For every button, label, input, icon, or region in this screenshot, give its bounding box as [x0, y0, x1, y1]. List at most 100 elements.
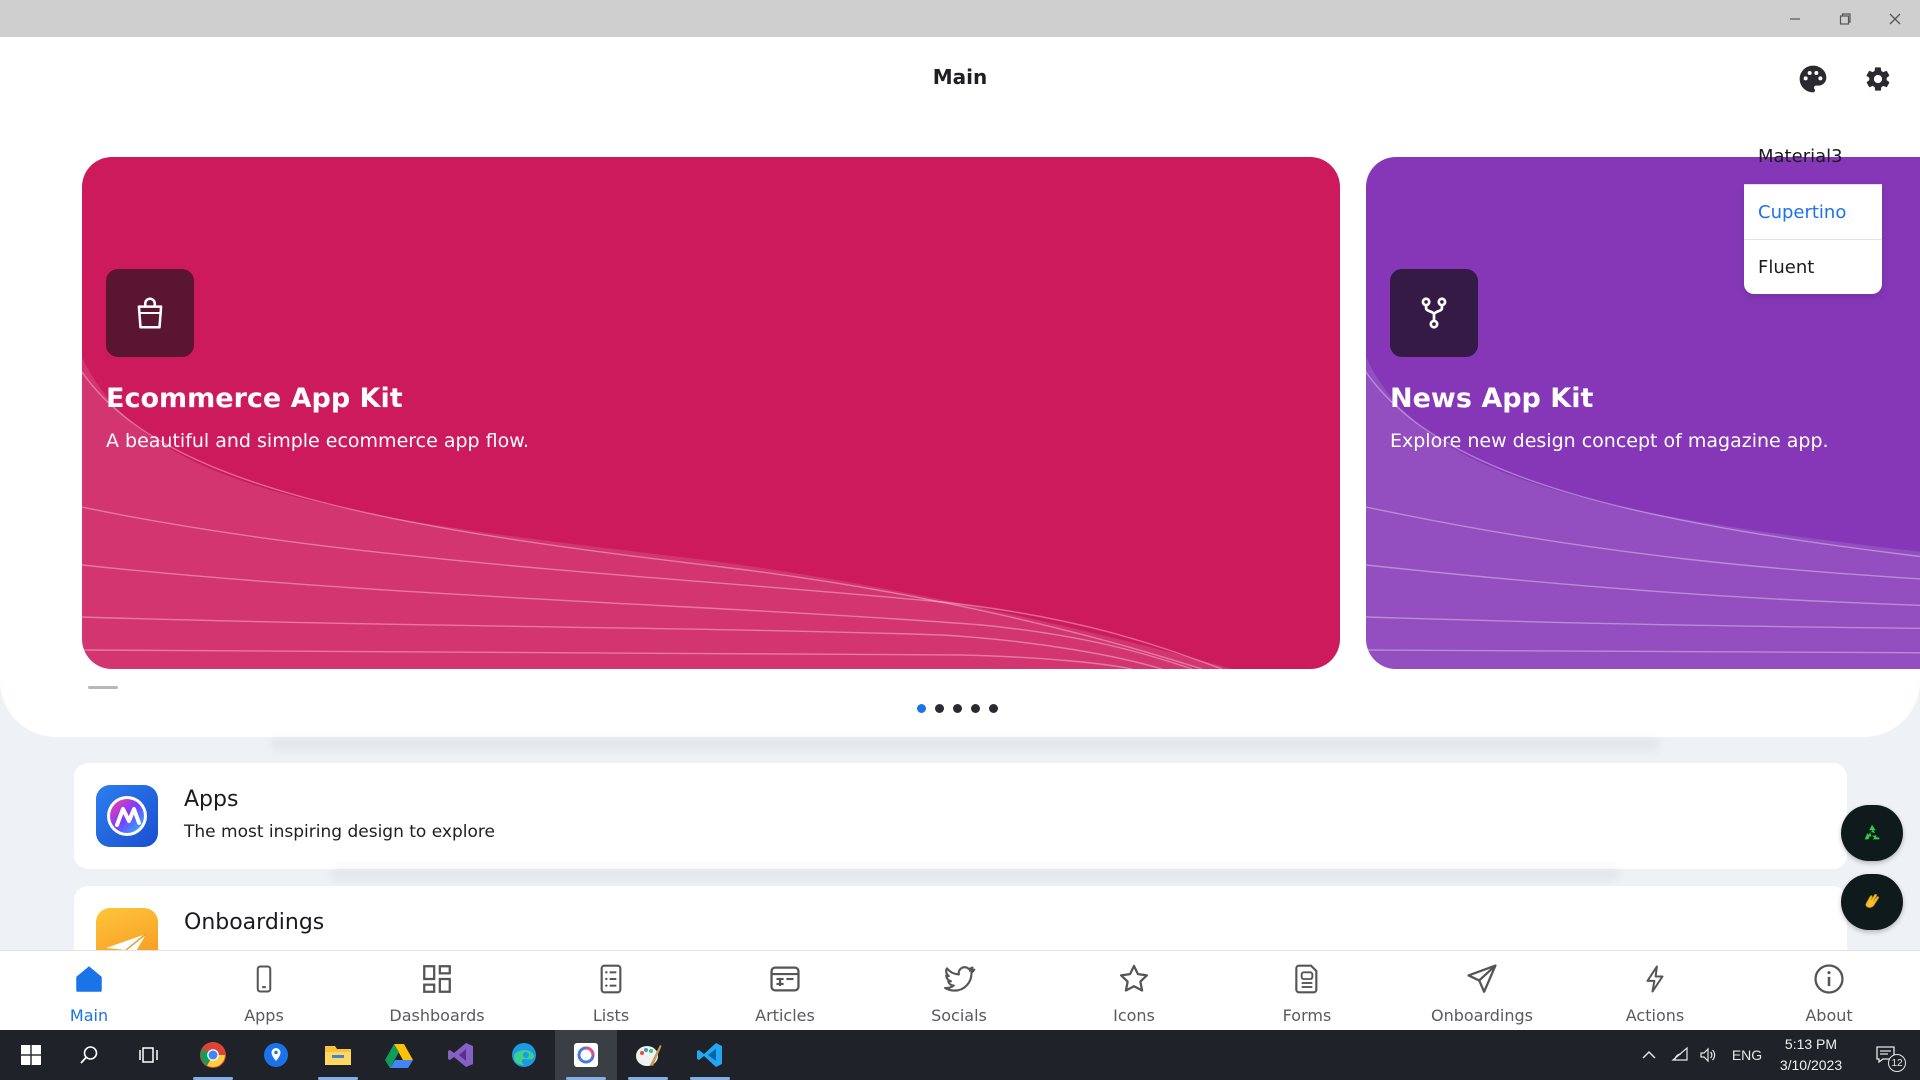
slide-icon-badge: [1390, 269, 1478, 357]
carousel-slide-ecommerce[interactable]: Ecommerce App Kit A beautiful and simple…: [82, 157, 1340, 669]
pagination-dot[interactable]: [971, 704, 980, 713]
list-item-apps[interactable]: Apps The most inspiring design to explor…: [74, 763, 1847, 869]
chrome-taskbar-app[interactable]: [182, 1030, 244, 1080]
star-icon: [1114, 959, 1154, 999]
slide-title: Ecommerce App Kit: [106, 383, 403, 414]
restore-button[interactable]: [1820, 0, 1870, 37]
twitter-icon: [939, 959, 979, 999]
nav-label: Dashboards: [389, 1006, 485, 1025]
card-shadow: [330, 867, 1620, 881]
nav-item-main[interactable]: Main: [19, 951, 159, 1031]
chrome-icon: [200, 1042, 226, 1068]
pagination-dot[interactable]: [917, 704, 926, 713]
nav-item-onboardings[interactable]: Onboardings: [1412, 951, 1552, 1031]
windows-start-button[interactable]: [0, 1030, 62, 1080]
theme-option-fluent[interactable]: Fluent: [1744, 240, 1882, 294]
taskbar-search-button[interactable]: [58, 1030, 120, 1080]
tray-language[interactable]: ENG: [1727, 1030, 1767, 1080]
vscode-taskbar-app[interactable]: [679, 1030, 741, 1080]
slide-description: Explore new design concept of magazine a…: [1390, 430, 1829, 452]
nav-item-forms[interactable]: Forms: [1237, 951, 1377, 1031]
speaker-icon: [1700, 1047, 1716, 1063]
file-explorer-icon: [325, 1046, 351, 1065]
app-preview-taskbar-app[interactable]: [555, 1030, 617, 1080]
nav-label: Forms: [1282, 1006, 1332, 1025]
file-explorer-taskbar-app[interactable]: [307, 1030, 369, 1080]
slide-icon-badge: [106, 269, 194, 357]
windows-taskbar: ENG 5:13 PM 3/10/2023 12: [0, 1030, 1920, 1080]
carousel-pagination: [917, 704, 998, 713]
minimize-button[interactable]: [1770, 0, 1820, 37]
list-item-subtitle: The most inspiring design to explore: [184, 822, 495, 842]
card-shadow: [270, 737, 1660, 751]
nav-label: Socials: [931, 1006, 987, 1025]
search-icon: [80, 1046, 98, 1064]
theme-button[interactable]: [1791, 57, 1835, 101]
restore-icon: [1839, 12, 1851, 25]
nav-label: Articles: [755, 1006, 815, 1025]
close-button[interactable]: [1870, 0, 1920, 37]
dashboard-icon: [417, 959, 457, 999]
vscode-icon: [697, 1043, 722, 1067]
drag-handle[interactable]: [88, 686, 118, 689]
google-drive-taskbar-app[interactable]: [368, 1030, 430, 1080]
settings-button[interactable]: [1856, 57, 1900, 101]
tray-network[interactable]: [1667, 1030, 1693, 1080]
list-item-title: Onboardings: [184, 910, 325, 935]
nav-item-lists[interactable]: Lists: [541, 951, 681, 1031]
list-item-title: Apps: [184, 787, 239, 812]
lightning-icon: [1635, 959, 1675, 999]
edge-taskbar-app[interactable]: [493, 1030, 555, 1080]
visual-studio-taskbar-app[interactable]: [430, 1030, 492, 1080]
theme-dropdown: Material3 Cupertino Fluent: [1744, 129, 1882, 294]
task-view-icon: [139, 1047, 158, 1063]
tray-show-hidden[interactable]: [1636, 1030, 1662, 1080]
recycle-button[interactable]: [1841, 805, 1903, 861]
page-title: Main: [932, 65, 988, 89]
list-icon: [591, 959, 631, 999]
maps-taskbar-app[interactable]: [245, 1030, 307, 1080]
nav-item-apps[interactable]: Apps: [194, 951, 334, 1031]
task-view-button[interactable]: [118, 1030, 180, 1080]
header-card: Main Ecommerce App Kit A beautiful and s…: [0, 37, 1920, 737]
nav-item-about[interactable]: About: [1759, 951, 1899, 1031]
tray-clock[interactable]: 5:13 PM 3/10/2023: [1765, 1034, 1857, 1076]
theme-option-material3[interactable]: Material3: [1744, 129, 1882, 183]
paint-icon: [636, 1045, 662, 1066]
bottom-navigation: Main Apps Dashboards Lists Articles Soci…: [0, 950, 1920, 1030]
article-icon: [765, 959, 805, 999]
wifi-icon: [1671, 1046, 1688, 1061]
nav-label: Icons: [1113, 1006, 1155, 1025]
pagination-dot[interactable]: [953, 704, 962, 713]
palette-icon: [1799, 65, 1827, 93]
nav-item-dashboards[interactable]: Dashboards: [367, 951, 507, 1031]
apps-logo-icon: [96, 785, 158, 847]
clap-button[interactable]: [1841, 874, 1903, 930]
notification-count-badge: 12: [1888, 1054, 1906, 1072]
info-icon: [1809, 959, 1849, 999]
nav-item-actions[interactable]: Actions: [1585, 951, 1725, 1031]
minimize-icon: [1790, 17, 1800, 20]
paint-taskbar-app[interactable]: [617, 1030, 679, 1080]
edge-icon: [512, 1043, 536, 1067]
nav-label: Main: [69, 1006, 109, 1025]
clapping-hands-icon: [1865, 893, 1880, 908]
nav-label: Actions: [1625, 1006, 1685, 1025]
form-icon: [1287, 959, 1327, 999]
phone-icon: [244, 959, 284, 999]
tray-volume[interactable]: [1695, 1030, 1721, 1080]
shopping-bag-icon: [137, 297, 163, 329]
pagination-dot[interactable]: [989, 704, 998, 713]
gear-icon: [1866, 67, 1890, 91]
fork-icon: [1421, 297, 1447, 329]
visual-studio-icon: [448, 1043, 473, 1067]
window-titlebar: [0, 0, 1920, 37]
nav-item-icons[interactable]: Icons: [1064, 951, 1204, 1031]
theme-option-cupertino[interactable]: Cupertino: [1744, 185, 1882, 239]
nav-item-articles[interactable]: Articles: [715, 951, 855, 1031]
nav-label: Onboardings: [1430, 1006, 1533, 1025]
google-drive-icon: [385, 1043, 413, 1068]
notification-center-button[interactable]: 12: [1866, 1030, 1906, 1080]
nav-item-socials[interactable]: Socials: [889, 951, 1029, 1031]
pagination-dot[interactable]: [935, 704, 944, 713]
